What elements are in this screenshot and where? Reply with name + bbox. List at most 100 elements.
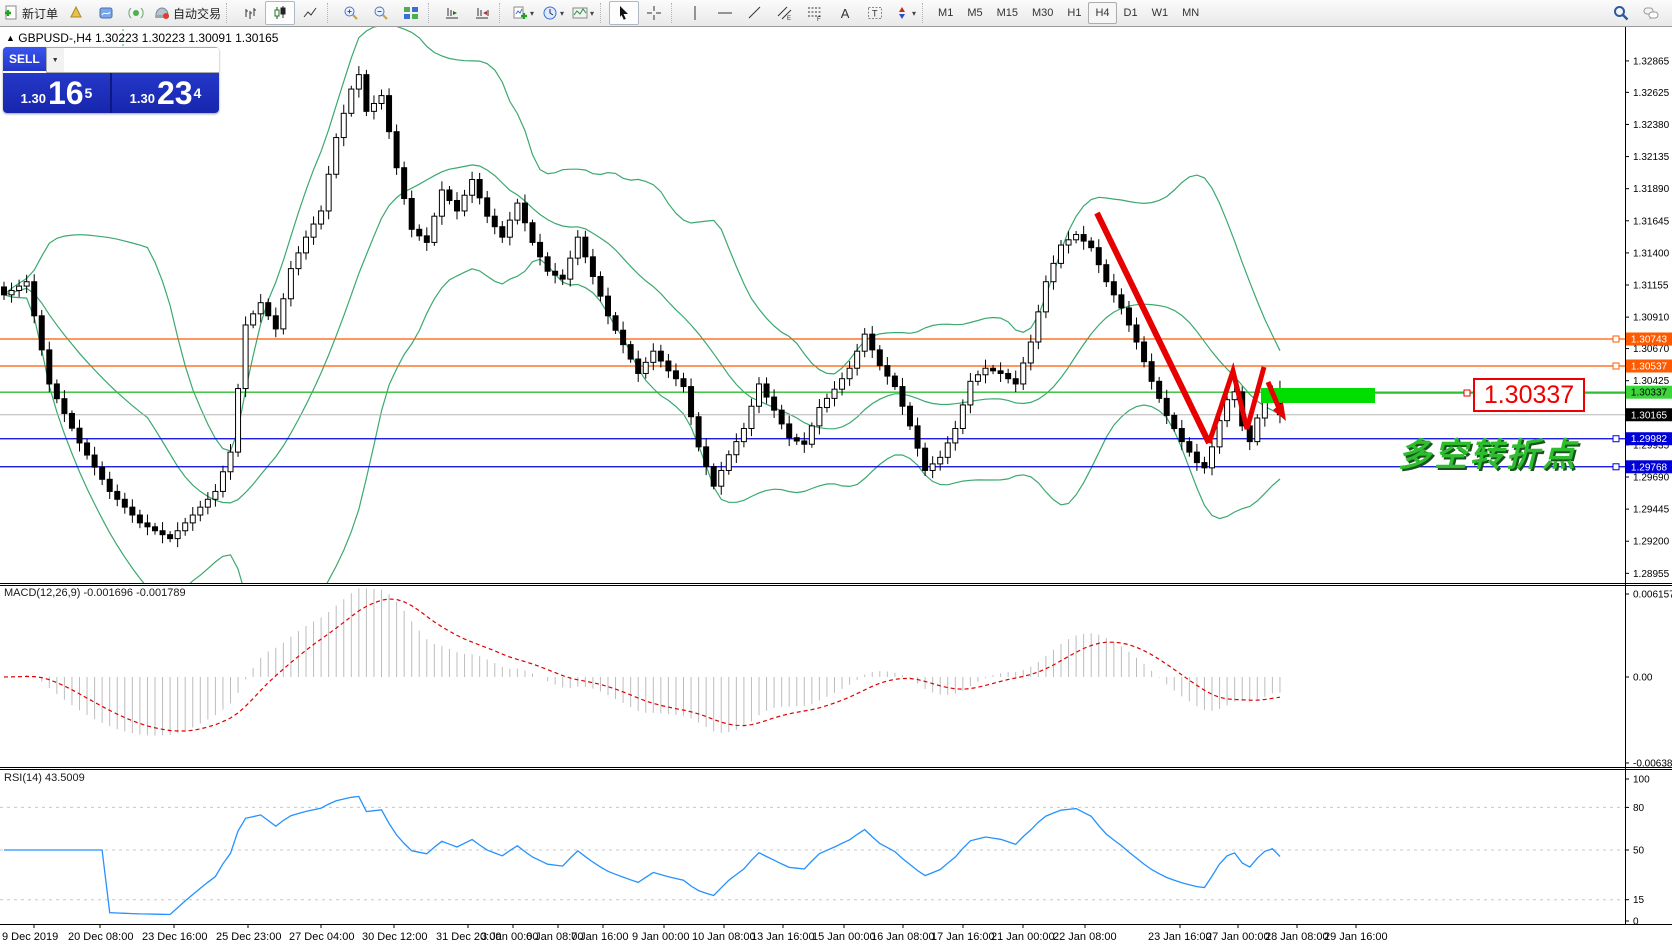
new-order-button[interactable]: 新订单 (0, 1, 61, 25)
clock-icon (542, 5, 558, 21)
tile-windows-button[interactable] (396, 1, 426, 25)
tab-timeframe-m15[interactable]: M15 (990, 2, 1025, 24)
profiles-button[interactable] (91, 1, 121, 25)
tab-timeframe-m30[interactable]: M30 (1025, 2, 1060, 24)
signal-icon (128, 5, 144, 21)
fibonacci-button[interactable]: F (800, 1, 830, 25)
chart-bars-button[interactable] (235, 1, 265, 25)
vertical-line-icon (687, 5, 703, 21)
rsi-indicator-label: RSI(14) 43.5009 (4, 772, 85, 784)
chat-button[interactable] (1636, 1, 1666, 25)
dropdown-caret-icon: ▾ (560, 9, 564, 18)
volume-decrease-button[interactable]: ▼ (47, 48, 64, 72)
svg-text:10 Jan 08:00: 10 Jan 08:00 (692, 931, 756, 943)
chart-line-button[interactable] (295, 1, 325, 25)
tab-timeframe-h4[interactable]: H4 (1088, 2, 1116, 24)
tab-timeframe-w1[interactable]: W1 (1145, 2, 1176, 24)
svg-text:1.29690: 1.29690 (1633, 473, 1670, 484)
search-icon (1613, 5, 1629, 21)
buy-price[interactable]: 1.30 23 4 (112, 73, 219, 113)
styler-icon (68, 5, 84, 21)
svg-text:1.31155: 1.31155 (1633, 281, 1669, 292)
tab-timeframe-m1[interactable]: M1 (931, 2, 960, 24)
svg-text:-0.00638: -0.00638 (1633, 759, 1672, 770)
symbol-marker-icon: ▲ (6, 33, 15, 43)
toolbar-separator (327, 3, 334, 23)
candlestick-icon (272, 5, 288, 21)
search-button[interactable] (1606, 1, 1636, 25)
svg-text:27 Dec 04:00: 27 Dec 04:00 (289, 931, 354, 943)
toolbar-separator (226, 3, 233, 23)
time-axis[interactable]: 9 Dec 201920 Dec 08:0023 Dec 16:0025 Dec… (2, 924, 1388, 943)
text-button[interactable]: A (830, 1, 860, 25)
svg-text:1.30910: 1.30910 (1633, 313, 1670, 324)
tab-timeframe-h1[interactable]: H1 (1060, 2, 1088, 24)
macd-indicator-label: MACD(12,26,9) -0.001696 -0.001789 (4, 587, 186, 599)
channel-button[interactable]: E (770, 1, 800, 25)
cursor-button[interactable] (609, 1, 639, 25)
periods-button[interactable]: ▾ (538, 1, 568, 25)
svg-text:1.32625: 1.32625 (1633, 88, 1670, 99)
svg-text:9 Jan 00:00: 9 Jan 00:00 (632, 931, 690, 943)
autoscroll-button[interactable] (437, 1, 467, 25)
svg-text:9 Dec 2019: 9 Dec 2019 (2, 931, 58, 943)
tab-timeframe-d1[interactable]: D1 (1117, 2, 1145, 24)
rsi-pane (0, 796, 1625, 914)
zoom-out-button[interactable] (366, 1, 396, 25)
label-button[interactable]: T (860, 1, 890, 25)
styler-button[interactable] (61, 1, 91, 25)
buy-price-big: 23 (157, 75, 193, 111)
bollinger-bands (4, 26, 1280, 632)
sell-price-small: 1.30 (21, 91, 46, 106)
svg-text:0.006157: 0.006157 (1633, 590, 1672, 601)
signal-button[interactable] (121, 1, 151, 25)
svg-text:100: 100 (1633, 775, 1650, 786)
autotrading-label: 自动交易 (173, 5, 221, 22)
tab-timeframe-mn[interactable]: MN (1175, 2, 1206, 24)
sell-button[interactable]: SELL (3, 47, 46, 73)
svg-text:1.29982: 1.29982 (1631, 434, 1668, 445)
price-callout-box[interactable]: 1.30337 (1473, 378, 1585, 412)
toolbar-separator (600, 3, 607, 23)
sell-price-sup: 5 (85, 85, 93, 101)
templates-icon (572, 5, 588, 21)
crosshair-button[interactable] (639, 1, 669, 25)
autotrading-button[interactable]: 自动交易 (151, 1, 224, 25)
svg-text:0: 0 (1633, 917, 1639, 928)
svg-text:F: F (817, 17, 821, 21)
svg-text:1.29445: 1.29445 (1633, 505, 1670, 516)
axes: 1.328651.326251.323801.321351.318901.316… (0, 27, 1672, 928)
equidistant-channel-icon: E (777, 5, 793, 21)
hline-button[interactable] (710, 1, 740, 25)
svg-text:1.31400: 1.31400 (1633, 248, 1670, 259)
arrows-button[interactable]: ▾ (890, 1, 920, 25)
crosshair-icon (646, 5, 662, 21)
line-chart-icon (302, 5, 318, 21)
trendline-button[interactable] (740, 1, 770, 25)
svg-text:1.31645: 1.31645 (1633, 216, 1670, 227)
svg-text:80: 80 (1633, 803, 1645, 814)
indicators-button[interactable]: ▾ (508, 1, 538, 25)
arrows-tool-icon (894, 5, 910, 21)
svg-text:27 Jan 00:00: 27 Jan 00:00 (1206, 931, 1270, 943)
svg-text:13 Jan 16:00: 13 Jan 16:00 (751, 931, 815, 943)
turning-point-annotation[interactable]: 多空转折点 (1398, 428, 1578, 476)
sell-price[interactable]: 1.30 16 5 (3, 73, 110, 113)
zoom-in-button[interactable] (336, 1, 366, 25)
chart-shift-button[interactable] (467, 1, 497, 25)
chat-icon (1643, 5, 1659, 21)
new-order-icon (3, 5, 19, 21)
buy-price-small: 1.30 (130, 91, 155, 106)
svg-text:15: 15 (1633, 895, 1645, 906)
volume-input[interactable] (64, 48, 219, 72)
vline-button[interactable] (680, 1, 710, 25)
chart-candles-button[interactable] (265, 1, 295, 25)
svg-text:0.00: 0.00 (1633, 673, 1653, 684)
svg-text:22 Jan 08:00: 22 Jan 08:00 (1053, 931, 1117, 943)
svg-text:1.32380: 1.32380 (1633, 120, 1670, 131)
templates-button[interactable]: ▾ (568, 1, 598, 25)
tab-timeframe-m5[interactable]: M5 (960, 2, 989, 24)
svg-text:7 Jan 16:00: 7 Jan 16:00 (571, 931, 629, 943)
zoom-in-icon (343, 5, 359, 21)
svg-text:1.32865: 1.32865 (1633, 56, 1670, 67)
